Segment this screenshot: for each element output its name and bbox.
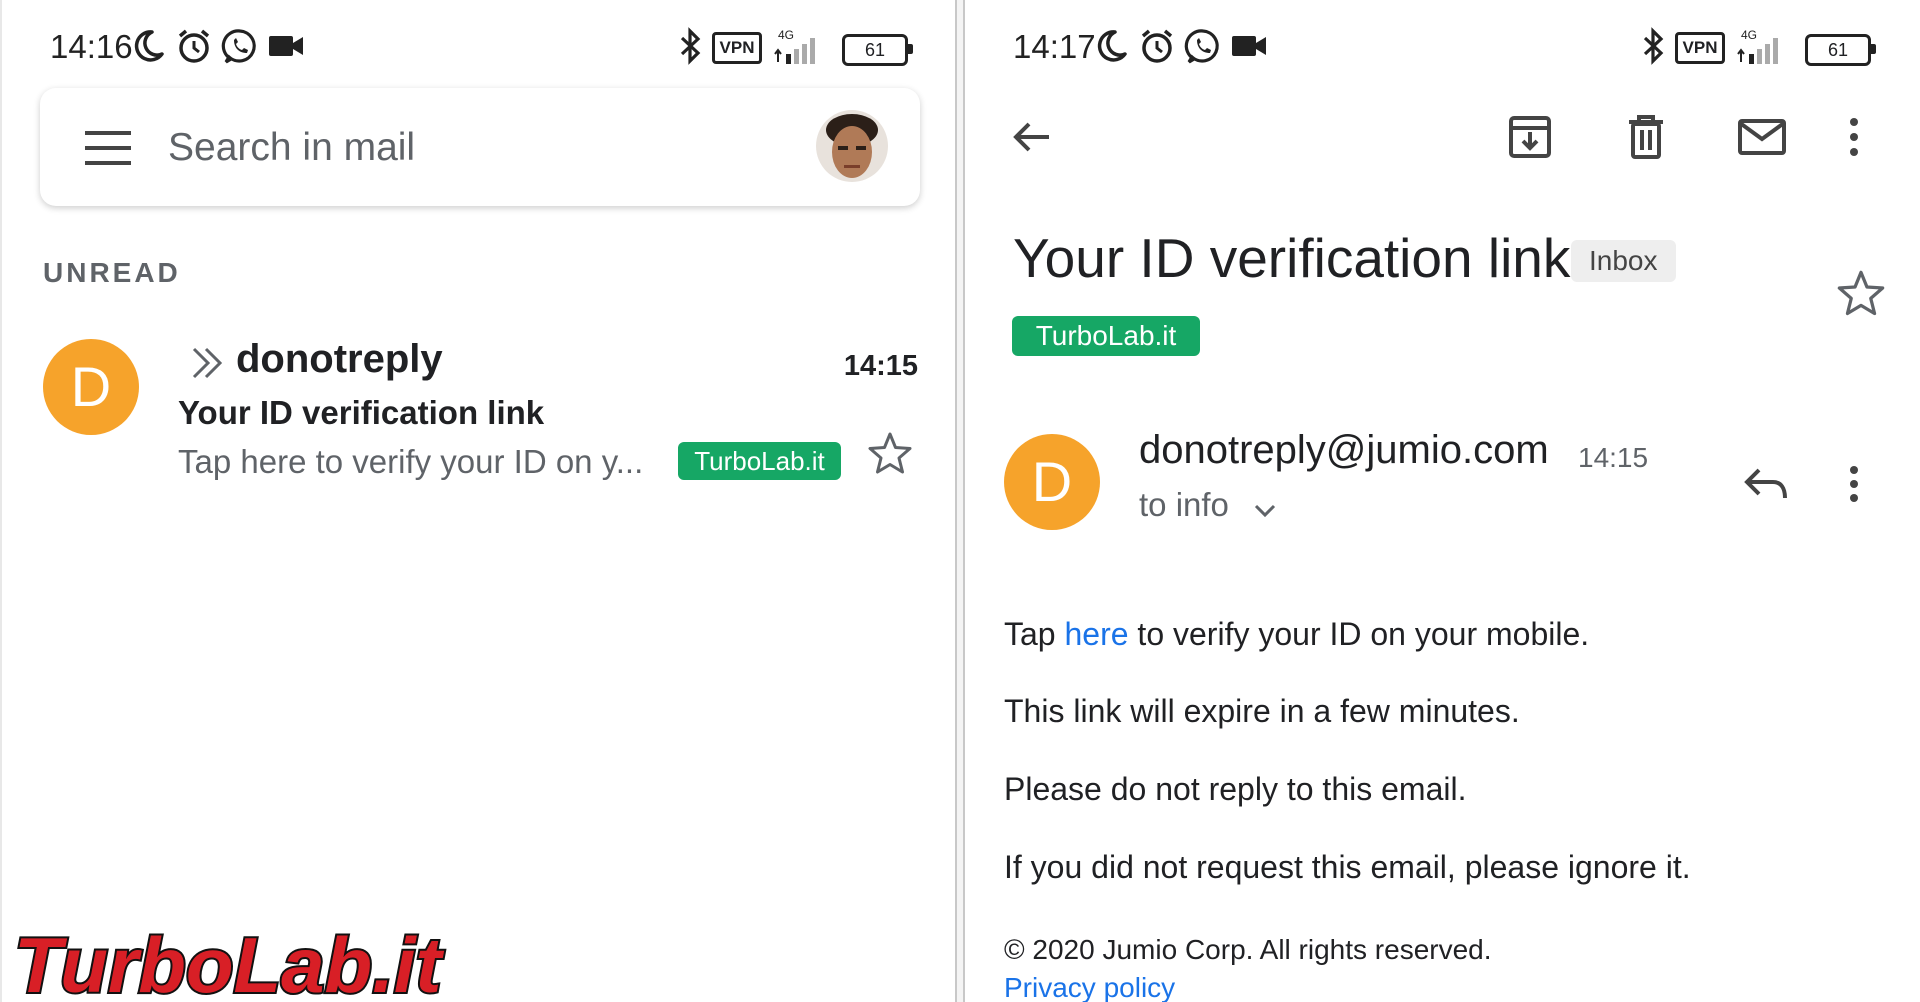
label-chip: TurboLab.it [678,442,841,480]
status-time: 14:16 [50,28,133,65]
sender-avatar[interactable]: D [1004,434,1100,530]
watermark-logo: TurboLab.it [8,919,488,1002]
bluetooth-icon [1633,26,1673,66]
status-bar: 14:16 VPN 4G 61 [2,22,955,70]
footer-copyright: © 2020 Jumio Corp. All rights reserved. [1004,934,1492,965]
body-paragraph-2: This link will expire in a few minutes. [1004,693,1520,729]
reply-icon[interactable] [1739,458,1791,510]
label-chip[interactable]: TurboLab.it [1012,316,1200,356]
battery-tip [1871,44,1876,54]
chevron-down-icon[interactable] [1252,498,1278,524]
alarm-icon [1137,26,1177,66]
recipient-line[interactable]: to info [1139,486,1229,524]
message-time: 14:15 [1578,442,1649,473]
account-avatar[interactable] [816,110,888,182]
body-paragraph-4: If you did not request this email, pleas… [1004,849,1691,885]
signal-icon [772,34,822,64]
video-icon [266,26,306,66]
privacy-policy-link[interactable]: Privacy policy [1004,972,1175,1002]
bluetooth-icon [670,26,710,66]
more-vert-icon[interactable] [1842,458,1866,510]
battery-indicator: 61 [842,34,908,66]
vpn-badge: VPN [1675,32,1725,64]
email-snippet: Tap here to verify your ID on y... [178,443,644,480]
back-arrow-icon[interactable] [1007,112,1057,162]
menu-icon[interactable] [85,131,131,165]
section-header-unread: UNREAD [43,257,181,288]
email-time: 14:15 [843,350,918,382]
video-icon [1229,26,1269,66]
battery-indicator: 61 [1805,34,1871,66]
more-vert-icon[interactable] [1841,112,1867,162]
star-icon[interactable] [866,430,914,478]
body-paragraph-1: Tap here to verify your ID on your mobil… [1004,616,1589,653]
search-input[interactable]: Search in mail [168,126,415,170]
email-detail-screen: 14:17 VPN 4G 61 Your ID verification lin… [965,0,1920,1002]
chevron-double-icon [190,343,226,383]
moon-icon [1091,26,1131,66]
search-bar[interactable]: Search in mail [40,88,920,206]
alarm-icon [174,26,214,66]
watermark-text: TurboLab.it [14,922,445,1002]
signal-icon [1735,34,1785,64]
email-subject: Your ID verification link [178,394,545,431]
battery-tip [908,44,913,54]
vpn-badge: VPN [712,32,762,64]
sender-email: donotreply@jumio.com [1139,428,1549,472]
body-paragraph-3: Please do not reply to this email. [1004,771,1467,807]
mail-icon[interactable] [1737,112,1787,162]
email-title: Your ID verification link [1013,227,1571,289]
delete-icon[interactable] [1621,112,1671,162]
body-text: Tap [1004,616,1065,652]
sender-avatar[interactable]: D [43,339,139,435]
body-text: to verify your ID on your mobile. [1128,616,1590,652]
status-time: 14:17 [1013,28,1096,65]
email-sender: donotreply [236,337,443,381]
verify-link[interactable]: here [1064,616,1128,652]
archive-icon[interactable] [1505,112,1555,162]
whatsapp-icon [220,26,260,66]
panel-divider [955,0,965,1002]
inbox-label-chip[interactable]: Inbox [1571,240,1676,282]
status-bar: 14:17 VPN 4G 61 [965,22,1920,70]
whatsapp-icon [1183,26,1223,66]
moon-icon [128,26,168,66]
star-icon[interactable] [1835,268,1887,320]
inbox-screen: 14:16 VPN 4G 61 Search in mail UNREAD D … [0,0,955,1002]
